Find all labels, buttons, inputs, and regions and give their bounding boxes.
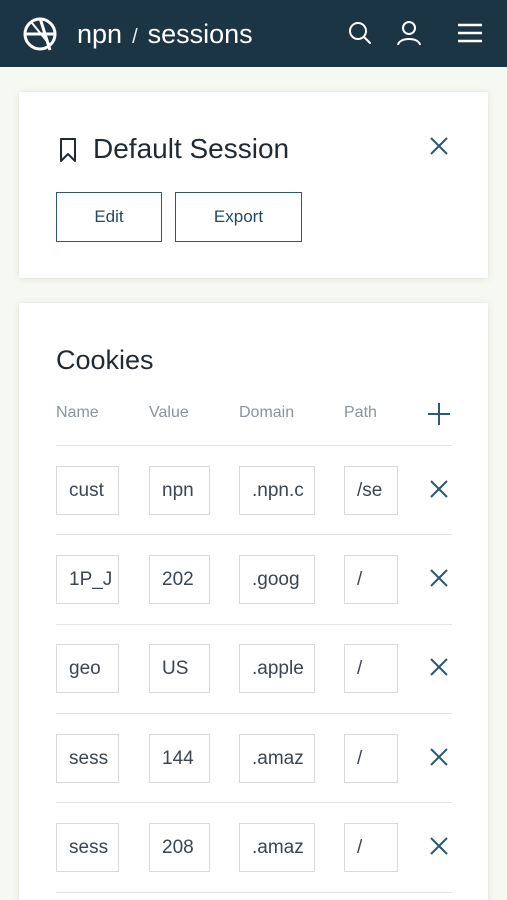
cookie-value-input[interactable]: US (149, 644, 210, 693)
cookie-path-input[interactable]: / (344, 555, 398, 604)
cookie-value-input[interactable]: 202 (149, 555, 210, 604)
top-bar: npn / sessions (0, 0, 507, 67)
cookie-path-input[interactable]: / (344, 823, 398, 872)
delete-cookie-icon[interactable] (428, 835, 450, 857)
cookie-path-value: / (357, 657, 363, 679)
delete-cookie-icon[interactable] (428, 478, 450, 500)
delete-cookie-icon[interactable] (428, 656, 450, 678)
cookie-path-input[interactable]: / (344, 644, 398, 693)
cookie-domain-value: .amaz (252, 836, 304, 858)
cookie-domain-value: .npn.c (252, 479, 304, 501)
delete-cookie-icon[interactable] (428, 746, 450, 768)
brand-name[interactable]: npn (77, 17, 122, 51)
cookie-name-input[interactable]: 1P_J (56, 555, 119, 604)
row-divider (56, 534, 452, 535)
cookie-path-value: / (357, 747, 363, 769)
row-divider (56, 713, 452, 714)
session-card: Default Session Edit Export (19, 92, 488, 278)
column-header-name: Name (56, 404, 99, 421)
cookie-domain-input[interactable]: .goog (239, 555, 315, 604)
cookie-value-input[interactable]: 208 (149, 823, 210, 872)
cookie-name-value: cust (69, 479, 104, 501)
cookie-value-value: 144 (162, 747, 194, 769)
cookie-name-input[interactable]: cust (56, 466, 119, 515)
export-button[interactable]: Export (175, 192, 302, 242)
cookie-name-value: geo (69, 657, 101, 679)
cookie-value-value: 208 (162, 836, 194, 858)
cookies-card: Cookies Name Value Domain Path cust npn … (19, 303, 488, 900)
breadcrumb-section: sessions (147, 19, 253, 49)
table-divider (56, 445, 452, 446)
cookie-domain-input[interactable]: .apple (239, 644, 315, 693)
cookie-path-input[interactable]: / (344, 734, 398, 783)
menu-icon[interactable] (457, 20, 483, 46)
cookie-name-value: sess (69, 836, 109, 858)
cookie-name-value: 1P_J (69, 568, 113, 590)
logo-icon[interactable] (20, 14, 60, 54)
search-icon[interactable] (347, 20, 373, 46)
cookie-value-value: npn (162, 479, 194, 501)
cookie-name-input[interactable]: sess (56, 734, 119, 783)
column-header-path: Path (344, 404, 377, 421)
breadcrumb: npn / sessions (77, 17, 253, 54)
cookies-title: Cookies (56, 345, 154, 375)
delete-cookie-icon[interactable] (428, 567, 450, 589)
cookie-value-value: US (162, 657, 189, 679)
cookie-path-value: /se (357, 479, 383, 501)
breadcrumb-separator: / (132, 26, 138, 48)
cookie-value-input[interactable]: 144 (149, 734, 210, 783)
bookmark-icon (60, 138, 76, 162)
cookie-name-value: sess (69, 747, 109, 769)
session-title: Default Session (93, 133, 290, 164)
cookie-path-input[interactable]: /se (344, 466, 398, 515)
column-header-domain: Domain (239, 404, 295, 421)
cookie-value-input[interactable]: npn (149, 466, 210, 515)
cookie-domain-input[interactable]: .amaz (239, 734, 315, 783)
row-divider (56, 892, 452, 893)
row-divider (56, 624, 452, 625)
cookie-value-value: 202 (162, 568, 194, 590)
cookie-path-value: / (357, 836, 363, 858)
cookie-domain-input[interactable]: .npn.c (239, 466, 315, 515)
cookie-domain-input[interactable]: .amaz (239, 823, 315, 872)
cookie-name-input[interactable]: sess (56, 823, 119, 872)
user-icon[interactable] (396, 20, 422, 46)
cookie-domain-value: .apple (252, 657, 304, 679)
add-cookie-icon[interactable] (427, 402, 451, 426)
close-session-icon[interactable] (428, 135, 450, 157)
cookie-path-value: / (357, 568, 363, 590)
cookie-name-input[interactable]: geo (56, 644, 119, 693)
row-divider (56, 802, 452, 803)
cookie-domain-value: .goog (252, 568, 300, 590)
column-header-value: Value (149, 404, 189, 421)
cookie-domain-value: .amaz (252, 747, 304, 769)
edit-button[interactable]: Edit (56, 192, 162, 242)
